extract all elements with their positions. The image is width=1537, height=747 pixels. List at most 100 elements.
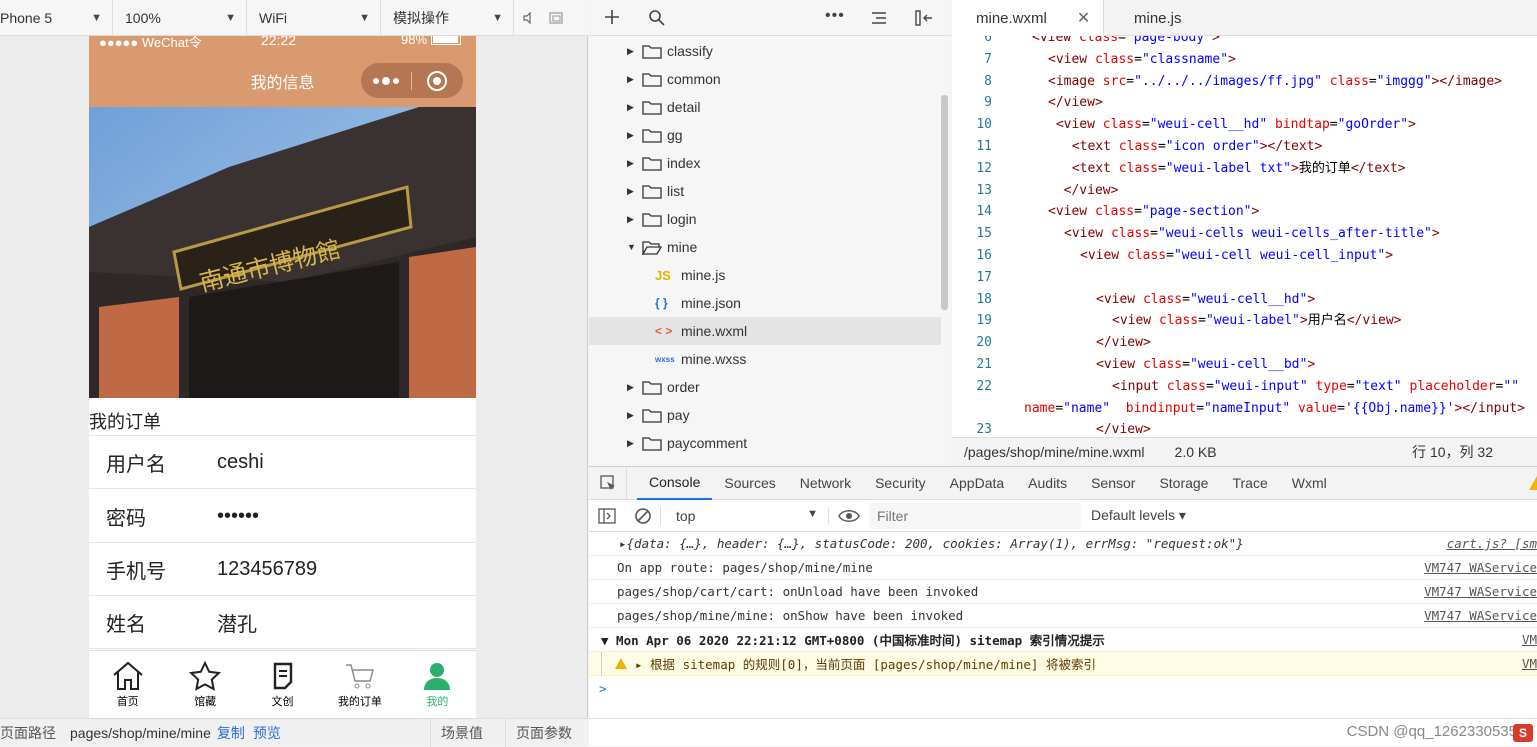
devtools-tab-storage[interactable]: Storage: [1147, 466, 1220, 500]
tab-mine[interactable]: 我的: [399, 651, 476, 718]
more-icon[interactable]: [361, 63, 411, 98]
tree-folder-list[interactable]: ▶ list: [589, 177, 941, 205]
code-line[interactable]: 20 </view>: [952, 332, 1150, 354]
code-line[interactable]: 7 <view class="classname">: [952, 49, 1236, 71]
more-options-icon[interactable]: •••: [825, 7, 845, 25]
code-line[interactable]: 9 </view>: [952, 92, 1103, 114]
inspect-icon[interactable]: [589, 466, 627, 500]
code-line[interactable]: 17: [952, 267, 1016, 289]
tree-file-mine-js[interactable]: JS mine.js: [589, 261, 941, 289]
warning-indicator-icon[interactable]: [1529, 476, 1537, 490]
operation-select[interactable]: 模拟操作 ▼: [381, 0, 514, 36]
devtools-tab-sensor[interactable]: Sensor: [1079, 466, 1147, 500]
code-line[interactable]: 10 <view class="weui-cell__hd" bindtap="…: [952, 114, 1416, 136]
log-source-link[interactable]: VM: [1522, 656, 1537, 671]
code-line[interactable]: 15 <view class="weui-cells weui-cells_aft…: [952, 223, 1439, 245]
network-select[interactable]: WiFi ▼: [247, 0, 381, 36]
eye-icon[interactable]: [829, 509, 869, 523]
console-prompt[interactable]: >: [589, 676, 1537, 700]
form-row-name[interactable]: 姓名 潜孔: [89, 596, 476, 649]
file-tree-scrollbar[interactable]: [941, 95, 948, 310]
tree-folder-paycomment[interactable]: ▶ paycomment: [589, 429, 941, 457]
collapse-all-icon[interactable]: [870, 10, 888, 29]
form-row-password[interactable]: 密码 ••••••: [89, 490, 476, 543]
log-source-link[interactable]: cart.js? [sm: [1447, 536, 1537, 551]
tree-file-mine-wxss[interactable]: wxss mine.wxss: [589, 345, 941, 373]
code-editor[interactable]: 6 <view class="page-body"> 7 <view class="c…: [952, 36, 1537, 437]
code-line[interactable]: 14 <view class="page-section">: [952, 201, 1259, 223]
log-source-link[interactable]: VM747 WAService: [1424, 560, 1537, 575]
devtools-tab-sources[interactable]: Sources: [712, 466, 787, 500]
code-line[interactable]: 19 <view class="weui-label">用户名</view>: [952, 310, 1401, 332]
code-line[interactable]: 12 <text class="weui-label txt">我的订单</te…: [952, 158, 1405, 180]
form-row-username[interactable]: 用户名 ceshi: [89, 436, 476, 489]
tree-folder-pay[interactable]: ▶ pay: [589, 401, 941, 429]
username-value[interactable]: ceshi: [217, 451, 264, 474]
tree-folder-common[interactable]: ▶ common: [589, 65, 941, 93]
console-filter-input[interactable]: [869, 502, 1081, 529]
tab-collection[interactable]: 馆藏: [166, 651, 243, 718]
devtools-tab-appdata[interactable]: AppData: [938, 466, 1016, 500]
scene-value-button[interactable]: 场景值: [430, 719, 483, 747]
devtools-tab-trace[interactable]: Trace: [1220, 466, 1279, 500]
tab-home[interactable]: 首页: [89, 651, 166, 718]
tab-mine-wxml[interactable]: mine.wxml ✕: [952, 0, 1104, 36]
my-orders-label[interactable]: 我的订单: [89, 408, 161, 434]
console-log-object[interactable]: ▸{data: {…}, header: {…}, statusCode: 20…: [589, 532, 1537, 556]
tree-folder-detail[interactable]: ▶ detail: [589, 93, 941, 121]
tab-creative[interactable]: 文创: [244, 651, 321, 718]
devtools-tab-audits[interactable]: Audits: [1016, 466, 1079, 500]
code-line[interactable]: 8 <image src="../../../images/ff.jpg" cla…: [952, 71, 1502, 93]
tree-folder-mine[interactable]: ▼ mine: [589, 233, 941, 261]
tab-mine-js[interactable]: mine.js: [1134, 0, 1182, 36]
tree-folder-classify[interactable]: ▶ classify: [589, 37, 941, 65]
password-value[interactable]: ••••••: [217, 505, 259, 528]
log-source-link[interactable]: VM: [1522, 632, 1537, 647]
add-icon[interactable]: [603, 8, 621, 29]
tree-file-mine-json[interactable]: { } mine.json: [589, 289, 941, 317]
code-line[interactable]: name="name" bindinput="nameInput" value=…: [952, 398, 1525, 420]
cursor-position[interactable]: 行 10，列 32: [1412, 442, 1493, 462]
zoom-select[interactable]: 100% ▼: [113, 0, 247, 36]
tab-orders[interactable]: 我的订单: [321, 651, 398, 718]
devtools-tab-network[interactable]: Network: [788, 466, 863, 500]
device-select[interactable]: Phone 5 ▼: [0, 0, 113, 36]
code-line[interactable]: 16 <view class="weui-cell weui-cell_input…: [952, 245, 1393, 267]
copy-link[interactable]: 复制: [217, 723, 245, 743]
clear-console-icon[interactable]: [625, 506, 661, 525]
devtools-tab-console[interactable]: Console: [637, 466, 713, 500]
code-line[interactable]: 22 <input class="weui-input" type="text" …: [952, 376, 1519, 398]
log-levels-select[interactable]: Default levels ▾: [1091, 507, 1186, 524]
search-icon[interactable]: [648, 9, 666, 30]
window-icon[interactable]: [542, 0, 570, 36]
phone-value[interactable]: 123456789: [217, 558, 317, 581]
name-value[interactable]: 潜孔: [217, 608, 257, 637]
tree-folder-login[interactable]: ▶ login: [589, 205, 941, 233]
devtools-tab-wxml[interactable]: Wxml: [1280, 466, 1339, 500]
toggle-panel-icon[interactable]: [914, 9, 934, 30]
log-source-link[interactable]: VM747 WAService: [1424, 584, 1537, 599]
code-line[interactable]: 13 </view>: [952, 180, 1118, 202]
tree-file-mine-wxml[interactable]: < > mine.wxml: [589, 317, 941, 345]
page-params-button[interactable]: 页面参数: [505, 719, 572, 747]
code-line[interactable]: 18 <view class="weui-cell__hd">: [952, 289, 1315, 311]
form-row-phone[interactable]: 手机号 123456789: [89, 543, 476, 596]
mute-icon[interactable]: [514, 0, 542, 36]
close-icon[interactable]: ✕: [1077, 8, 1090, 28]
tree-folder-order[interactable]: ▶ order: [589, 373, 941, 401]
log-source-link[interactable]: VM747 WAService: [1424, 608, 1537, 623]
console-warning[interactable]: ▸ 根据 sitemap 的规则[0]，当前页面 [pages/shop/min…: [589, 651, 1537, 676]
sidebar-toggle-icon[interactable]: [589, 507, 625, 524]
code-line[interactable]: 21 <view class="weui-cell__bd">: [952, 354, 1315, 376]
context-select[interactable]: top ▼: [661, 507, 829, 524]
tree-folder-index[interactable]: ▶ index: [589, 149, 941, 177]
tray-s-icon[interactable]: S: [1513, 724, 1533, 742]
close-miniprogram-icon[interactable]: [412, 63, 462, 98]
preview-link[interactable]: 预览: [253, 723, 281, 743]
code-line[interactable]: 23 </view>: [952, 419, 1150, 437]
code-line[interactable]: 6 <view class="page-body">: [952, 36, 1220, 49]
devtools-tab-security[interactable]: Security: [863, 466, 938, 500]
code-line[interactable]: 11 <text class="icon order"></text>: [952, 136, 1322, 158]
console-group-header[interactable]: ▼ Mon Apr 06 2020 22:21:12 GMT+0800 (中国标…: [589, 628, 1537, 652]
tree-folder-gg[interactable]: ▶ gg: [589, 121, 941, 149]
